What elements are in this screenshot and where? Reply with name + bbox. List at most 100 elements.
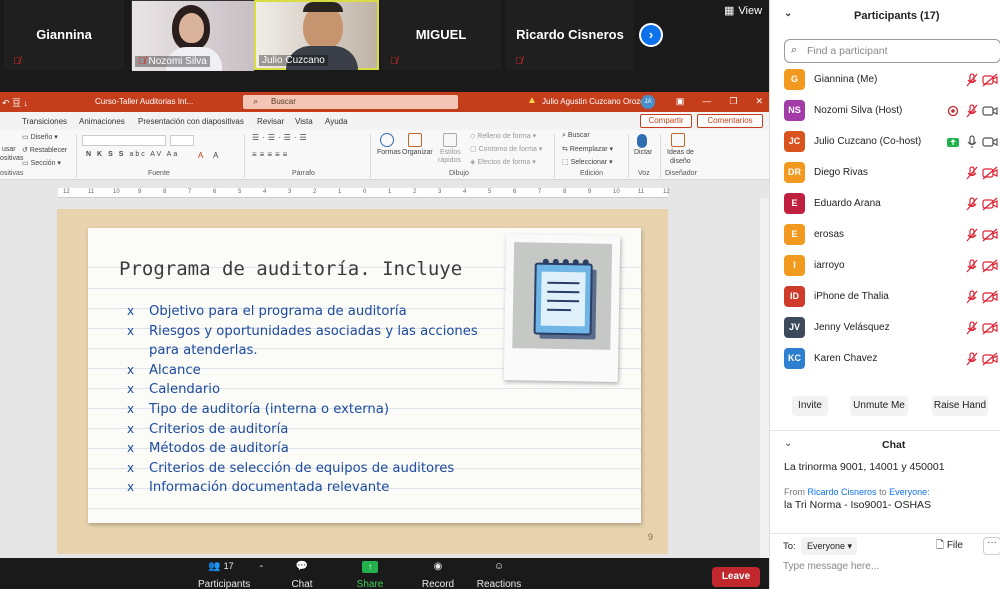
participant-row[interactable]: E Eduardo Arana (770, 189, 1000, 220)
paper-line (88, 508, 641, 509)
participant-row[interactable]: Eerosas (770, 220, 1000, 251)
quick-styles-label-2[interactable]: rápidos (438, 157, 461, 164)
tab-presentacion[interactable]: Presentación con diapositivas (138, 117, 244, 126)
align-buttons[interactable]: ≡≡≡≡≡ (252, 150, 290, 159)
muted-mic-icon (965, 259, 979, 273)
shapes-icon[interactable] (380, 133, 394, 147)
shapes-label[interactable]: Formas (377, 149, 401, 156)
unmute-me-button[interactable]: Unmute Me (850, 396, 908, 416)
participant-search-input[interactable]: ⌕ Find a participant (784, 39, 1000, 63)
reuse-label-2[interactable]: ositivas (0, 155, 23, 162)
reactions-button[interactable]: ☺ Reactions (476, 561, 522, 589)
vertical-scrollbar[interactable] (760, 198, 769, 558)
reuse-label-1[interactable]: usar (2, 146, 16, 153)
participant-row[interactable]: DR Diego Rivas (770, 158, 1000, 189)
select-button[interactable]: ⬚ Seleccionar ▾ (562, 158, 613, 166)
participant-name: Eduardo Arana (814, 198, 881, 209)
camera-icon (982, 135, 998, 149)
camera-off-icon (982, 290, 998, 304)
account-avatar[interactable]: JA (641, 95, 655, 109)
group-designer: Diseñador (665, 170, 697, 177)
section-button[interactable]: ▭ Sección ▾ (22, 159, 61, 167)
file-button[interactable]: 🗋 File (936, 538, 963, 555)
ppt-share-button[interactable]: Compartir (640, 114, 692, 128)
next-page-button[interactable]: › (639, 23, 663, 47)
record-button[interactable]: ◉ Record (420, 561, 456, 589)
recipient-dropdown[interactable]: Everyone ▾ (801, 537, 857, 555)
tile-nozomi[interactable]: 🎙̸ Nozomi Silva (131, 0, 254, 71)
clear-format-icon[interactable]: A (213, 151, 218, 160)
tab-animaciones[interactable]: Animaciones (79, 117, 125, 126)
muted-mic-icon (965, 104, 979, 118)
leave-button[interactable]: Leave (712, 567, 760, 587)
tab-transiciones[interactable]: Transiciones (22, 117, 67, 126)
designer-icon[interactable] (671, 133, 685, 147)
participant-row[interactable]: JC Julio Cuzcano (Co-host) (770, 127, 1000, 158)
ppt-comments-button[interactable]: Comentarios (697, 114, 763, 128)
ribbon-display-icon[interactable]: ▣ (676, 96, 685, 107)
tile-giannina[interactable]: Giannina 🎙̸ (4, 0, 124, 70)
quick-styles-icon[interactable] (443, 133, 457, 147)
chevron-down-icon[interactable]: ⌄ (784, 8, 792, 19)
raise-hand-button[interactable]: Raise Hand (932, 396, 988, 416)
camera-off-icon (982, 259, 998, 273)
share-screen-button[interactable]: ↑ Share Screen (341, 561, 399, 589)
tab-revisar[interactable]: Revisar (257, 117, 284, 126)
sender-link[interactable]: Ricardo Cisneros (808, 487, 877, 497)
chevron-up-icon[interactable]: ⌃ (258, 564, 265, 573)
arrange-label[interactable]: Organizar (402, 149, 433, 156)
participant-row[interactable]: JV Jenny Velásquez (770, 313, 1000, 344)
replace-button[interactable]: ⇆ Reemplazar ▾ (562, 145, 613, 153)
ruler-mark: 4 (463, 189, 467, 195)
quick-access-icon[interactable]: ↶ 豆 ↓ (2, 96, 28, 109)
reset-button[interactable]: ↺ Restablecer (22, 146, 67, 154)
participants-button[interactable]: 👥 17 Participants (198, 561, 250, 589)
tile-miguel[interactable]: MIGUEL 🎙̸ (381, 0, 501, 70)
ideas-label-2[interactable]: diseño (670, 158, 691, 165)
close-icon[interactable]: ✕ (755, 96, 763, 107)
invite-button[interactable]: Invite (792, 396, 828, 416)
document-title: Curso-Taller Auditorias Int... (95, 97, 194, 106)
chat-icon: 💬 (295, 561, 309, 572)
quick-styles-label-1[interactable]: Estilos (440, 149, 461, 156)
participant-row[interactable]: G Giannina (Me) (770, 65, 1000, 96)
tile-ricardo[interactable]: Ricardo Cisneros 🎙̸ (506, 0, 634, 70)
grid-icon: ▦ (724, 5, 735, 17)
slide[interactable]: Programa de auditoría. Incluye x Objetivo… (57, 209, 668, 554)
ideas-label-1[interactable]: Ideas de (667, 149, 694, 156)
arrange-icon[interactable] (408, 133, 422, 147)
shape-effects-button[interactable]: ◈ Efectos de forma ▾ (470, 158, 536, 166)
recipient-link[interactable]: Everyone: (889, 487, 930, 497)
microphone-icon[interactable] (637, 134, 647, 148)
ppt-search-box[interactable]: ⌕ Buscar (243, 95, 458, 109)
font-family-dropdown[interactable] (82, 135, 166, 146)
more-options-button[interactable]: ··· (983, 537, 1000, 555)
tab-vista[interactable]: Vista (295, 117, 313, 126)
participants-title: Participants (17) (854, 10, 940, 22)
shape-outline-button[interactable]: ▢ Contorno de forma ▾ (470, 145, 542, 153)
font-format-buttons[interactable]: NKSSabc AV Aa (86, 151, 179, 158)
design-button[interactable]: ▭ Diseño ▾ (22, 133, 58, 141)
participant-row[interactable]: Iiarroyo (770, 251, 1000, 282)
chat-button[interactable]: 💬 Chat (287, 561, 317, 589)
chat-input[interactable]: Type message here... (783, 561, 879, 572)
dictate-label[interactable]: Dictar (634, 149, 652, 156)
find-button[interactable]: ⌕ Buscar (562, 132, 590, 140)
tab-ayuda[interactable]: Ayuda (325, 117, 348, 126)
list-buttons[interactable]: ☰·☰·☰·☰ (252, 133, 310, 142)
person-hair (303, 2, 343, 12)
participant-row[interactable]: KC Karen Chavez (770, 344, 1000, 375)
view-button[interactable]: ▦ View (724, 4, 762, 18)
bullet-x-icon: x (127, 460, 135, 475)
chevron-down-icon[interactable]: ⌄ (784, 438, 792, 449)
restore-icon[interactable]: ❐ (729, 96, 737, 107)
font-color-icon[interactable]: A (198, 151, 203, 160)
participant-row[interactable]: ID iPhone de Thalia (770, 282, 1000, 313)
file-icon: 🗋 (936, 540, 945, 551)
minimize-icon[interactable]: — (702, 96, 711, 107)
font-size-dropdown[interactable] (170, 135, 194, 146)
muted-mic-icon: 🎙̸ (390, 56, 398, 67)
shape-fill-button[interactable]: ◇ Relleno de forma ▾ (470, 132, 536, 140)
tile-julio-active-speaker[interactable]: Julio Cuzcano (254, 0, 379, 70)
participant-row[interactable]: NS Nozomi Silva (Host) (770, 96, 1000, 127)
